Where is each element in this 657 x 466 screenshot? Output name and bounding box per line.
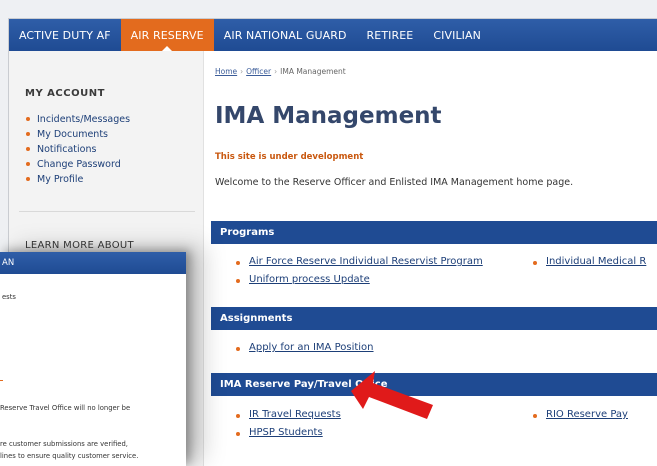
sidebar-item-my-documents[interactable]: My Documents [25, 127, 130, 142]
breadcrumb-officer-link[interactable]: Officer [246, 67, 271, 76]
sidebar-item-notifications[interactable]: Notifications [25, 142, 130, 157]
sidebar-divider [19, 211, 195, 212]
overlay-text-line: lines to ensure quality customer service… [0, 452, 139, 460]
overlay-header: AN [0, 252, 186, 274]
sidebar-item-incidents-messages[interactable]: Incidents/Messages [25, 112, 130, 127]
assignments-section-header: Assignments [211, 307, 657, 330]
link-hpsp-students[interactable]: HPSP Students [236, 427, 323, 438]
programs-section-header: Programs [211, 221, 657, 244]
link-individual-medical[interactable]: Individual Medical R [533, 256, 646, 267]
breadcrumb-home-link[interactable]: Home [215, 67, 237, 76]
overlay-text-line: ests [2, 293, 16, 301]
development-notice: This site is under development [215, 152, 364, 162]
nav-active-duty-af[interactable]: ACTIVE DUTY AF [9, 19, 121, 51]
link-apply-for-ima-position[interactable]: Apply for an IMA Position [236, 342, 374, 353]
breadcrumb-separator: › [240, 67, 244, 76]
welcome-text: Welcome to the Reserve Officer and Enlis… [215, 177, 574, 188]
nav-civilian[interactable]: CIVILIAN [423, 19, 491, 51]
my-account-heading: MY ACCOUNT [25, 88, 105, 99]
link-air-force-reserve-individual-reservist-program[interactable]: Air Force Reserve Individual Reservist P… [236, 256, 483, 267]
page-title: IMA Management [215, 103, 442, 129]
overlay-bullet-mark [0, 380, 3, 381]
nav-air-national-guard[interactable]: AIR NATIONAL GUARD [214, 19, 357, 51]
my-account-list: Incidents/Messages My Documents Notifica… [25, 112, 130, 187]
learn-more-heading: LEARN MORE ABOUT [25, 240, 134, 251]
overlay-text-line: Reserve Travel Office will no longer be [0, 404, 131, 412]
link-rio-reserve-pay[interactable]: RIO Reserve Pay [533, 409, 628, 420]
nav-air-reserve[interactable]: AIR RESERVE [120, 19, 214, 51]
breadcrumb-separator: › [274, 67, 278, 76]
breadcrumb-current: IMA Management [280, 67, 346, 76]
sidebar-item-change-password[interactable]: Change Password [25, 157, 130, 172]
sidebar-item-my-profile[interactable]: My Profile [25, 172, 130, 187]
link-uniform-process-update[interactable]: Uniform process Update [236, 274, 370, 285]
overlay-window: AN ests Reserve Travel Office will no lo… [0, 252, 186, 466]
top-navigation: ACTIVE DUTY AF AIR RESERVE AIR NATIONAL … [9, 19, 657, 51]
red-arrow-icon [351, 371, 433, 419]
breadcrumb: Home › Officer › IMA Management [215, 67, 346, 76]
overlay-text-line: re customer submissions are verified, [0, 440, 128, 448]
nav-retiree[interactable]: RETIREE [357, 19, 424, 51]
link-ir-travel-requests[interactable]: IR Travel Requests [236, 409, 341, 420]
